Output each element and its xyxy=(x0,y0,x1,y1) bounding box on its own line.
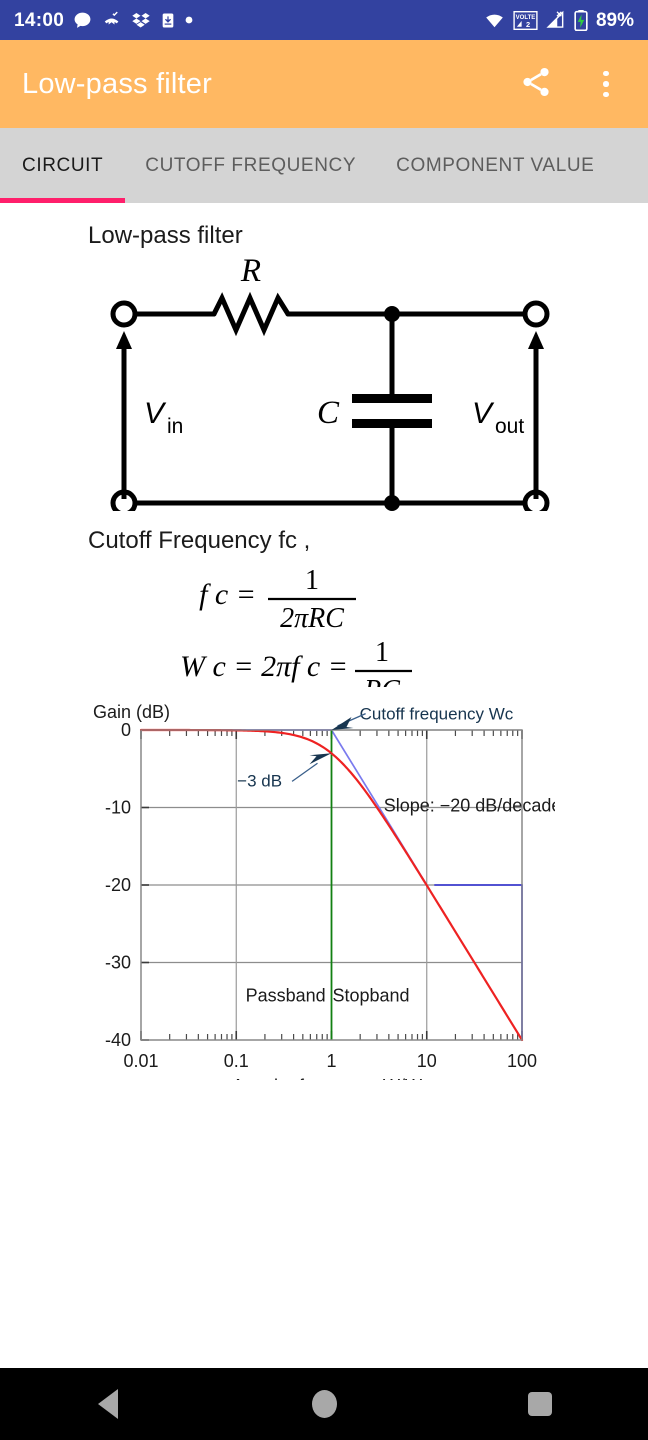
y-tick-label: -10 xyxy=(105,798,131,818)
tab-component-value-label: COMPONENT VALUE xyxy=(396,154,595,176)
chat-bubble-icon xyxy=(73,11,92,30)
annotation-cutoff-label: Cutoff frequency Wc xyxy=(360,705,514,724)
x-tick-label: 10 xyxy=(417,1051,437,1071)
svg-text:2: 2 xyxy=(526,20,530,29)
battery-charging-icon xyxy=(574,9,588,31)
x-tick-label: 100 xyxy=(507,1051,537,1071)
app-bar-actions xyxy=(516,64,626,104)
tab-circuit-label: CIRCUIT xyxy=(22,154,104,176)
dot-icon xyxy=(185,16,193,24)
formula-2-numerator: 1 xyxy=(375,637,389,668)
bode-plot: 0.01 0.1 1 10 100 0 -10 -20 -30 -40 Gain (dB) Angul… xyxy=(93,702,555,1080)
y-tick-label: -20 xyxy=(105,875,131,895)
annotation-minus3db-label: −3 dB xyxy=(237,771,282,790)
formula-1-lhs: f c = xyxy=(199,578,256,611)
share-button[interactable] xyxy=(516,64,556,104)
phone-screen: 14:00 VOLTE 2 89% Low-pass filter CIRCUI… xyxy=(0,0,648,1440)
cutoff-formulas: f c = 1 2πRC W c = 2πf c = 1 RC xyxy=(180,565,412,687)
circuit-heading: Low-pass filter xyxy=(88,222,243,249)
vin-label-sub: in xyxy=(167,415,183,438)
annotation-passband-label: Passband xyxy=(246,985,326,1005)
more-vert-icon xyxy=(603,70,609,98)
home-circle-icon xyxy=(311,1390,337,1418)
download-to-device-icon xyxy=(160,11,176,30)
vin-arrow xyxy=(116,331,132,499)
y-tick-label: -30 xyxy=(105,953,131,973)
wifi-icon xyxy=(483,11,506,30)
terminal-out-top xyxy=(522,300,550,328)
vout-arrow xyxy=(528,331,544,499)
y-tick-label: 0 xyxy=(121,720,131,740)
cell-signal-off-icon xyxy=(545,10,567,30)
status-bar-clock: 14:00 xyxy=(14,9,65,31)
y-tick-label: -40 xyxy=(105,1030,131,1050)
battery-percentage: 89% xyxy=(595,9,634,31)
status-bar: 14:00 VOLTE 2 89% xyxy=(0,0,648,40)
nav-recents-button[interactable] xyxy=(504,1368,576,1440)
vin-label: V xyxy=(144,397,167,430)
volte-icon: VOLTE 2 xyxy=(513,10,538,30)
back-triangle-icon xyxy=(98,1389,118,1419)
dropbox-icon xyxy=(131,11,151,30)
annotation-cutoff-arrowhead xyxy=(331,717,354,730)
y-axis-title: Gain (dB) xyxy=(93,702,170,722)
tab-component-value[interactable]: COMPONENT VALUE xyxy=(376,128,614,203)
status-bar-left-group: 14:00 xyxy=(14,11,193,30)
x-tick-label: 1 xyxy=(326,1051,336,1071)
annotation-stopband-label: Stopband xyxy=(332,985,409,1005)
tab-bar: CIRCUIT CUTOFF FREQUENCY COMPONENT VALUE xyxy=(0,128,648,203)
node-bottom xyxy=(384,495,400,511)
page-title: Low-pass filter xyxy=(22,67,212,100)
vout-label-sub: out xyxy=(495,415,524,438)
capacitor-plate-bottom xyxy=(352,419,432,428)
nav-home-button[interactable] xyxy=(288,1368,360,1440)
x-axis-title: Angular frequency W/Wc xyxy=(232,1076,431,1080)
tab-content-circuit: Low-pass filter R C V in V out Cutoff Fr… xyxy=(0,203,648,1368)
resistor-label: R xyxy=(240,253,261,289)
x-tick-label: 0.1 xyxy=(224,1051,249,1071)
tab-cutoff-frequency[interactable]: CUTOFF FREQUENCY xyxy=(125,128,376,203)
annotation-slope-label: Slope: −20 dB/decade xyxy=(384,795,555,815)
status-bar-right-group: VOLTE 2 89% xyxy=(483,9,634,31)
capacitor-plate-top xyxy=(352,394,432,403)
x-tick-label: 0.01 xyxy=(123,1051,158,1071)
formula-2-denominator: RC xyxy=(363,675,400,687)
circuit-diagram: R C V in V out xyxy=(110,253,550,511)
app-bar: Low-pass filter xyxy=(0,40,648,128)
vout-label: V xyxy=(472,397,495,430)
recents-square-icon xyxy=(528,1392,552,1416)
node-top xyxy=(384,306,400,322)
terminal-in-top xyxy=(110,300,138,328)
overflow-menu-button[interactable] xyxy=(586,64,626,104)
tab-circuit[interactable]: CIRCUIT xyxy=(0,128,125,203)
share-icon xyxy=(519,65,553,104)
tab-cutoff-frequency-label: CUTOFF FREQUENCY xyxy=(145,154,357,176)
capacitor-label: C xyxy=(317,395,340,431)
nav-back-button[interactable] xyxy=(72,1368,144,1440)
navigation-bar xyxy=(0,1368,648,1440)
formula-2-lhs: W c = 2πf c = xyxy=(180,650,348,683)
formula-1-numerator: 1 xyxy=(305,565,319,596)
cutoff-heading: Cutoff Frequency fc , xyxy=(88,527,311,554)
formula-1-denominator: 2πRC xyxy=(280,603,344,634)
missed-call-icon xyxy=(101,11,122,30)
